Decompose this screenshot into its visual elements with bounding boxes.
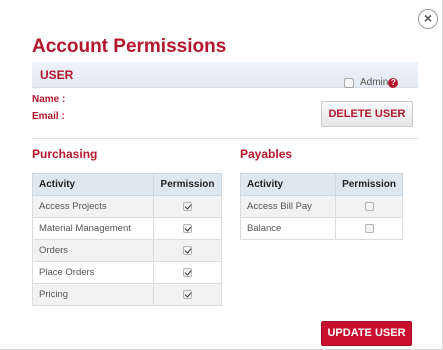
help-icon[interactable]: ? — [388, 77, 399, 88]
permission-checkbox[interactable] — [364, 223, 374, 233]
table-row: Orders — [32, 239, 222, 262]
permission-checkbox[interactable] — [183, 223, 192, 233]
permission-checkbox[interactable] — [364, 201, 374, 211]
user-section-label: USER — [40, 68, 74, 82]
email-label: Email : — [32, 111, 65, 122]
permission-cell — [153, 217, 222, 240]
admin-label: Admin — [360, 77, 389, 88]
column-header-activity: Activity — [239, 173, 337, 196]
permission-cell — [153, 261, 222, 284]
admin-checkbox[interactable] — [344, 77, 354, 88]
payables-table: Activity Permission Access Bill Pay Balan… — [239, 173, 403, 240]
purchasing-table: Activity Permission Access Projects Mater… — [32, 173, 222, 306]
permission-checkbox[interactable] — [183, 245, 192, 255]
table-row: Pricing — [32, 283, 222, 306]
permission-checkbox[interactable] — [183, 289, 192, 299]
column-header-permission: Permission — [335, 173, 403, 196]
close-icon[interactable]: × — [418, 9, 438, 29]
permission-cell — [153, 195, 222, 218]
activity-cell: Material Management — [32, 217, 154, 240]
table-row: Material Management — [32, 217, 222, 240]
delete-user-button[interactable]: DELETE USER — [321, 101, 413, 127]
table-row: Access Bill Pay — [239, 195, 403, 218]
table-row: Balance — [239, 217, 403, 240]
activity-cell: Access Projects — [32, 195, 154, 218]
account-permissions-modal: × Account Permissions USER Admin ? Name … — [0, 0, 443, 350]
divider — [32, 138, 418, 139]
activity-cell: Pricing — [32, 283, 154, 306]
name-label: Name : — [32, 94, 66, 105]
activity-cell: Orders — [32, 239, 154, 262]
permission-checkbox[interactable] — [183, 201, 192, 211]
table-row: Access Projects — [32, 195, 222, 218]
page-title: Account Permissions — [32, 36, 227, 57]
admin-checkbox-group: Admin ? — [344, 77, 399, 88]
permission-cell — [335, 217, 403, 240]
activity-cell: Place Orders — [32, 261, 154, 284]
permission-cell — [335, 195, 403, 218]
permission-checkbox[interactable] — [183, 267, 192, 277]
permission-cell — [153, 283, 222, 306]
table-row: Place Orders — [32, 261, 222, 284]
column-header-permission: Permission — [153, 173, 222, 196]
permission-cell — [153, 239, 222, 262]
activity-cell: Access Bill Pay — [239, 195, 337, 218]
update-user-button[interactable]: UPDATE USER — [321, 321, 412, 346]
payables-title: Payables — [240, 147, 293, 161]
purchasing-title: Purchasing — [32, 147, 98, 161]
activity-cell: Balance — [239, 217, 337, 240]
column-header-activity: Activity — [32, 173, 154, 196]
